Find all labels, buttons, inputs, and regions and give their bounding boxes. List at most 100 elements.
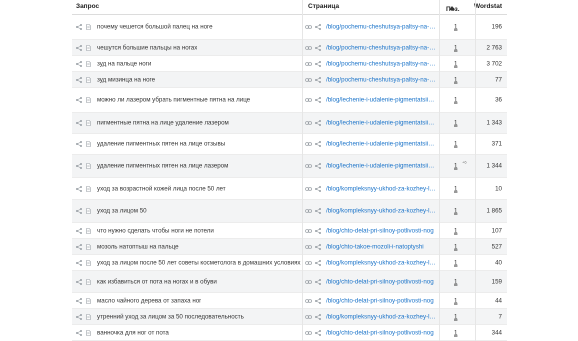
share-icon[interactable] (315, 208, 321, 214)
wordstat-value: 3 702 (486, 60, 502, 67)
share-icon[interactable] (315, 24, 321, 30)
share-icon[interactable] (76, 44, 82, 51)
position-value[interactable]: 1 (454, 163, 457, 170)
page-url-link[interactable]: /blog/lechenie-i-udalenie-pigmentatsii-k… (326, 97, 436, 104)
share-icon[interactable] (315, 60, 321, 67)
position-value[interactable]: 1 (454, 60, 457, 67)
share-icon[interactable] (315, 97, 321, 103)
position-value[interactable]: 1 (454, 185, 457, 192)
page-url-link[interactable]: /blog/pochemu-cheshutsya-paltsy-na-n... (326, 60, 436, 67)
share-icon[interactable] (315, 44, 321, 51)
page-url-link[interactable]: /blog/lechenie-i-udalenie-pigmentatsii-k… (326, 120, 436, 127)
position-value[interactable]: 1 (454, 278, 457, 285)
link-icon[interactable] (305, 298, 312, 304)
col-header-page[interactable]: Страница (308, 3, 339, 10)
link-icon[interactable] (305, 186, 312, 192)
share-icon[interactable] (315, 120, 321, 126)
share-icon[interactable] (315, 227, 321, 234)
link-icon[interactable] (305, 314, 312, 320)
share-icon[interactable] (315, 313, 321, 320)
position-value[interactable]: 1 (454, 120, 457, 127)
share-icon[interactable] (76, 163, 82, 169)
page-url-link[interactable]: /blog/pochemu-cheshutsya-paltsy-na-n... (326, 76, 436, 83)
table-row: что нужно сделать чтобы ноги не потели/b… (72, 223, 507, 239)
share-icon[interactable] (76, 243, 82, 250)
share-icon[interactable] (76, 97, 82, 103)
link-icon[interactable] (305, 330, 312, 336)
page-url-link[interactable]: /blog/kompleksnyy-ukhod-za-kozhey-lit... (326, 259, 436, 266)
share-icon[interactable] (315, 297, 321, 304)
page-url-link[interactable]: /blog/chto-delat-pri-silnoy-potlivosti-n… (326, 297, 436, 304)
page-url-link[interactable]: /blog/lechenie-i-udalenie-pigmentatsii-k… (326, 141, 436, 148)
position-value[interactable]: 1 (454, 227, 457, 234)
wordstat-value: 1 344 (486, 162, 502, 170)
share-icon[interactable] (315, 278, 321, 285)
table-row: утренний уход за лицом за 50 последовате… (72, 309, 507, 325)
position-value[interactable]: 1 (454, 243, 457, 250)
share-icon[interactable] (315, 185, 321, 192)
query-text: пигментные пятна на лице удаление лазеро… (97, 119, 229, 127)
share-icon[interactable] (76, 208, 82, 214)
share-icon[interactable] (315, 76, 321, 83)
position-value[interactable]: 1 (454, 313, 457, 320)
position-value[interactable]: 1 (454, 44, 457, 51)
share-icon[interactable] (76, 120, 82, 126)
page-url-link[interactable]: /blog/kompleksnyy-ukhod-za-kozhey-lit... (326, 208, 436, 215)
share-icon[interactable] (315, 243, 321, 250)
link-icon[interactable] (305, 260, 312, 266)
page-url-link[interactable]: /blog/kompleksnyy-ukhod-za-kozhey-lit... (326, 313, 436, 320)
link-icon[interactable] (305, 208, 312, 214)
link-icon[interactable] (305, 228, 312, 234)
link-icon[interactable] (305, 61, 312, 67)
position-value[interactable]: 1 (454, 297, 457, 304)
share-icon[interactable] (76, 60, 82, 67)
share-icon[interactable] (76, 313, 82, 320)
page-url-link[interactable]: /blog/chto-delat-pri-silnoy-potlivosti-n… (326, 329, 436, 336)
page-url-link[interactable]: /blog/kompleksnyy-ukhod-za-kozhey-lit... (326, 185, 436, 192)
page-url-link[interactable]: /blog/pochemu-cheshutsya-paltsy-na-n... (326, 44, 436, 51)
col-header-query[interactable]: Запрос (76, 3, 99, 10)
share-icon[interactable] (76, 141, 82, 147)
position-value[interactable]: 1 (454, 24, 457, 31)
page-url-link[interactable]: /blog/chto-takoe-mozoli-i-natoptyshi (326, 243, 436, 250)
share-icon[interactable] (315, 141, 321, 147)
document-icon (86, 243, 91, 250)
table-row: мозоль натоптыш на пальце/blog/chto-tako… (72, 239, 507, 255)
share-icon[interactable] (315, 259, 321, 266)
page-url-link[interactable]: /blog/chto-delat-pri-silnoy-potlivosti-n… (326, 278, 436, 285)
position-value[interactable]: 1 (454, 259, 457, 266)
position-value[interactable]: 1 (454, 97, 457, 104)
link-icon[interactable] (305, 120, 312, 126)
link-icon[interactable] (305, 244, 312, 250)
link-icon[interactable] (305, 279, 312, 285)
share-icon[interactable] (76, 297, 82, 304)
share-icon[interactable] (76, 76, 82, 83)
position-value[interactable]: 1 (454, 141, 457, 148)
link-icon[interactable] (305, 24, 312, 30)
share-icon[interactable] (76, 329, 82, 336)
position-value[interactable]: 1 (454, 208, 457, 215)
query-text: что нужно сделать чтобы ноги не потели (97, 227, 214, 234)
link-icon[interactable] (305, 97, 312, 103)
page-url-link[interactable]: /blog/lechenie-i-udalenie-pigmentatsii-k… (326, 163, 436, 170)
position-value[interactable]: 1 (454, 329, 457, 336)
page-url-link[interactable]: /blog/pochemu-cheshutsya-paltsy-na-n... (326, 24, 436, 31)
page-url-link[interactable]: /blog/chto-delat-pri-silnoy-potlivosti-n… (326, 227, 436, 234)
share-icon[interactable] (76, 24, 82, 30)
share-icon[interactable] (76, 227, 82, 234)
column-divider (302, 0, 303, 341)
wordstat-value: 1 343 (486, 119, 502, 127)
share-icon[interactable] (315, 329, 321, 336)
position-value[interactable]: 1 (454, 76, 457, 83)
share-icon[interactable] (76, 278, 82, 285)
share-icon[interactable] (76, 259, 82, 266)
query-text: ванночка для ног от пота (97, 329, 169, 336)
link-icon[interactable] (305, 141, 312, 147)
link-icon[interactable] (305, 163, 312, 169)
link-icon[interactable] (305, 45, 312, 51)
col-header-wordstat[interactable]: Wordstat (474, 3, 502, 10)
share-icon[interactable] (76, 185, 82, 192)
share-icon[interactable] (315, 163, 321, 169)
table-row: можно ли лазером убрать пигментные пятна… (72, 88, 507, 113)
link-icon[interactable] (305, 77, 312, 83)
